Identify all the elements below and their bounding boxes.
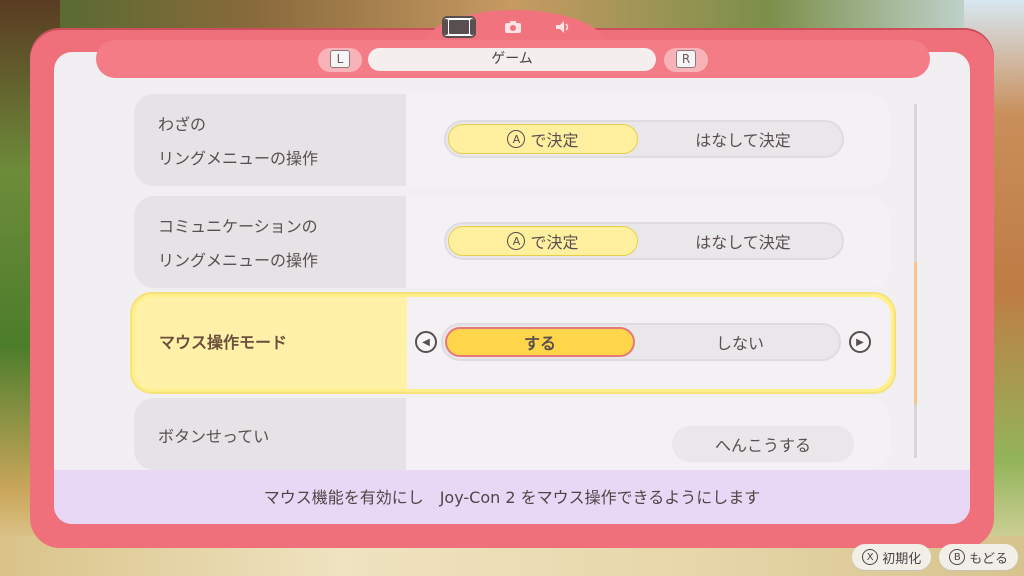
back-button[interactable]: B もどる: [939, 544, 1018, 570]
arrow-left-icon[interactable]: ◀: [415, 331, 437, 353]
option-toggle: A で決定 はなして決定: [444, 222, 844, 260]
speaker-icon: [556, 21, 569, 33]
setting-row-communication-ring[interactable]: コミュニケーションの リングメニューの操作 A で決定 はなして決定: [134, 196, 890, 288]
arrow-right-icon[interactable]: ▶: [849, 331, 871, 353]
a-button-icon: A: [507, 232, 526, 250]
setting-label: わざの リングメニューの操作: [158, 108, 398, 176]
setting-label: コミュニケーションの リングメニューの操作: [158, 210, 398, 278]
option-toggle: A で決定 はなして決定: [444, 120, 844, 158]
bottom-actions: X 初期化 B もどる: [852, 544, 1018, 570]
setting-row-button-config[interactable]: ボタンせってい へんこうする: [134, 398, 890, 470]
setting-label: マウス操作モード: [159, 333, 288, 352]
a-button-icon: A: [507, 130, 526, 148]
option-label: で決定: [530, 233, 579, 252]
setting-label: ボタンせってい: [158, 427, 270, 446]
setting-row-move-ring[interactable]: わざの リングメニューの操作 A で決定 はなして決定: [134, 94, 890, 186]
setting-control-area: ◀ する しない ▶: [407, 297, 891, 389]
label-line1: コミュニケーションの: [158, 217, 318, 236]
reset-button[interactable]: X 初期化: [852, 544, 932, 570]
l-key[interactable]: L: [330, 50, 350, 68]
option-label: で決定: [530, 131, 579, 150]
tab-camera[interactable]: [493, 14, 533, 40]
option-release-confirm[interactable]: はなして決定: [646, 226, 840, 256]
settings-header: L ゲーム R: [96, 40, 930, 78]
page-title: ゲーム: [368, 48, 656, 71]
option-toggle: する しない: [441, 323, 841, 361]
option-press-confirm[interactable]: A で決定: [448, 226, 638, 256]
back-label: もどる: [969, 551, 1008, 567]
console-icon: [442, 16, 476, 38]
option-press-confirm[interactable]: A で決定: [448, 124, 638, 154]
x-button-icon: X: [862, 549, 879, 565]
option-on[interactable]: する: [445, 327, 635, 357]
option-off[interactable]: しない: [643, 327, 837, 357]
description-bar: マウス機能を有効にし Joy-Con 2 をマウス操作できるようにします: [54, 470, 970, 524]
option-release-confirm[interactable]: はなして決定: [646, 124, 840, 154]
change-button[interactable]: へんこうする: [672, 426, 854, 462]
description-text: マウス機能を有効にし Joy-Con 2 をマウス操作できるようにします: [263, 488, 761, 507]
scrollbar-thumb[interactable]: [914, 262, 917, 404]
setting-row-mouse-mode[interactable]: マウス操作モード ◀ する しない ▶: [132, 294, 894, 392]
r-key[interactable]: R: [676, 50, 696, 68]
tab-sound[interactable]: [543, 14, 583, 40]
setting-control-area: A で決定 はなして決定: [406, 196, 890, 288]
label-line2: リングメニューの操作: [158, 149, 319, 168]
tab-game[interactable]: [439, 14, 479, 40]
reset-label: 初期化: [882, 551, 922, 567]
setting-control-area: へんこうする: [406, 398, 890, 470]
setting-control-area: A で決定 はなして決定: [406, 94, 890, 186]
camera-icon: [505, 21, 521, 33]
label-line2: リングメニューの操作: [158, 251, 319, 270]
b-button-icon: B: [949, 549, 966, 565]
label-line1: わざの: [158, 115, 207, 134]
